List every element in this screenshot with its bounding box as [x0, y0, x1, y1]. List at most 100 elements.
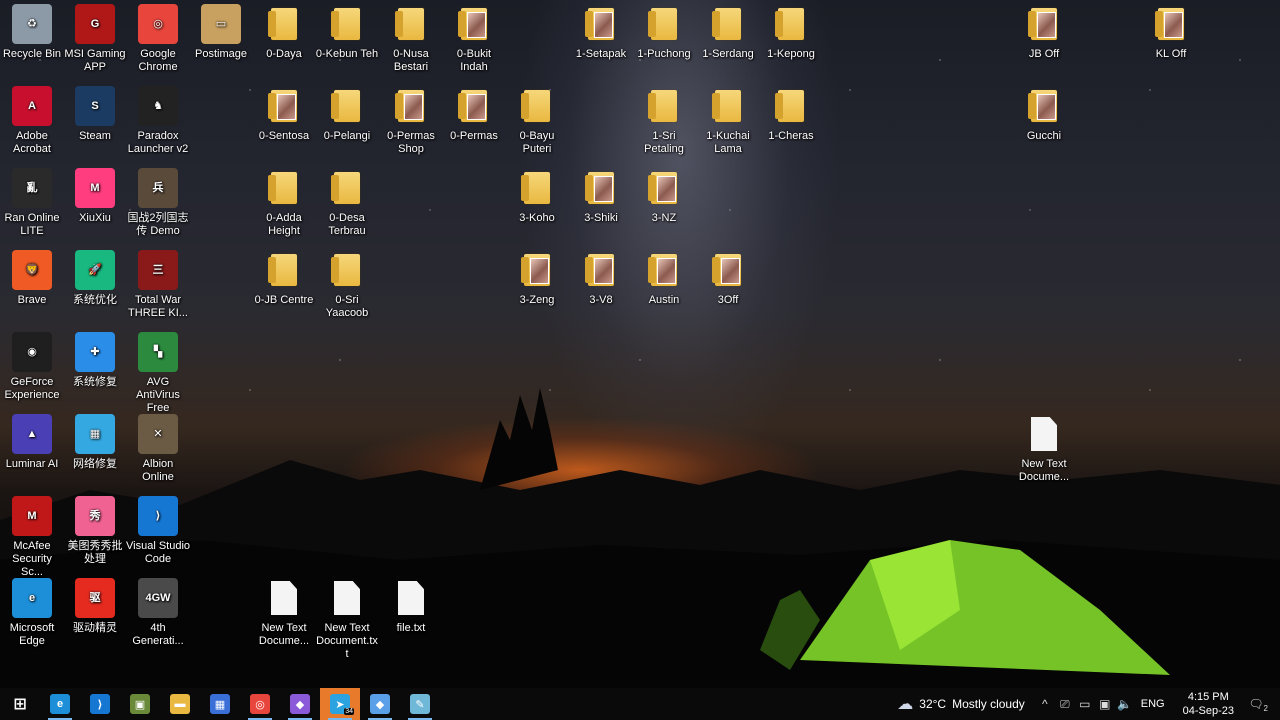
desktop-shortcut[interactable]: ✕ Albion Online	[126, 414, 190, 484]
desktop-shortcut[interactable]: 兵国战2列国志传 Demo	[126, 168, 190, 238]
desktop-shortcut[interactable]: ◎ Google Chrome	[126, 4, 190, 74]
desktop-folder[interactable]: KL Off	[1139, 4, 1203, 61]
folder-icon	[771, 4, 811, 44]
taskbar-app-gem-button[interactable]: ◆	[280, 688, 320, 720]
taskbar-edge-button[interactable]: e	[40, 688, 80, 720]
desktop-folder[interactable]: 0-Kebun Teh	[315, 4, 379, 61]
taskbar-start-button[interactable]: ⊞	[0, 688, 40, 720]
notification-center-button[interactable]: 🗨 2	[1246, 697, 1268, 713]
desktop-folder[interactable]: Gucchi	[1012, 86, 1076, 143]
desktop-shortcut[interactable]: ▲ Luminar AI	[0, 414, 64, 471]
desktop-folder[interactable]: 1-Kuchai Lama	[696, 86, 760, 156]
desktop-folder[interactable]: 1-Kepong	[759, 4, 823, 61]
edge-icon: e	[12, 578, 52, 618]
desktop-shortcut[interactable]: 亂 Ran Online LITE	[0, 168, 64, 238]
taskbar-store-button[interactable]: ▦	[200, 688, 240, 720]
usb-icon[interactable]: ⎚	[1055, 697, 1075, 712]
desktop-folder[interactable]: 3-NZ	[632, 168, 696, 225]
desktop-folder[interactable]: 0-Bayu Puteri	[505, 86, 569, 156]
taskbar-minecraft-button[interactable]: ▣	[120, 688, 160, 720]
driver-genius-icon: 驱	[75, 578, 115, 618]
desktop-shortcut[interactable]: 三 Total War THREE KI...	[126, 250, 190, 320]
clock[interactable]: 4:15 PM 04-Sep-23	[1171, 690, 1246, 718]
desktop-shortcut[interactable]: ♞ Paradox Launcher v2	[126, 86, 190, 156]
desktop-folder[interactable]: 3-Shiki	[569, 168, 633, 225]
desktop-shortcut[interactable]: ♻ Recycle Bin	[0, 4, 64, 61]
language-indicator[interactable]: ENG	[1135, 698, 1171, 710]
folder-icon	[708, 250, 748, 290]
taskbar-chrome-button[interactable]: ◎	[240, 688, 280, 720]
taskbar-notepad-button[interactable]: ✎	[400, 688, 440, 720]
desktop-shortcut[interactable]: 🦁 Brave	[0, 250, 64, 307]
icon-label: 系统优化	[73, 294, 117, 306]
desktop-folder[interactable]: 3-Zeng	[505, 250, 569, 307]
text-file-icon	[327, 578, 367, 618]
folder-icon	[1024, 4, 1064, 44]
folder-icon	[517, 168, 557, 208]
icon-label: file.txt	[396, 622, 426, 634]
desktop-folder[interactable]: 0-Adda Height	[252, 168, 316, 238]
desktop-folder[interactable]: 0-Permas	[442, 86, 506, 143]
desktop-folder[interactable]: 0-Pelangi	[315, 86, 379, 143]
taskbar-vscode-button[interactable]: ⟩	[80, 688, 120, 720]
desktop-shortcut[interactable]: A Adobe Acrobat	[0, 86, 64, 156]
desktop-folder[interactable]: 1-Cheras	[759, 86, 823, 143]
desktop-folder[interactable]: 0-Permas Shop	[379, 86, 443, 156]
desktop-shortcut[interactable]: 4GW 4th Generati...	[126, 578, 190, 648]
icon-label: 0-Sentosa	[258, 130, 310, 142]
desktop-shortcut[interactable]: e Microsoft Edge	[0, 578, 64, 648]
desktop-shortcut[interactable]: G MSI Gaming APP	[63, 4, 127, 74]
icon-label: 网络修复	[73, 458, 117, 470]
desktop-shortcut[interactable]: ▭ Postimage	[189, 4, 253, 61]
chrome-icon: ◎	[250, 694, 270, 714]
desktop[interactable]: ♻ Recycle Bin A Adobe Acrobat 亂 Ran Online LI…	[0, 0, 1280, 688]
text-file-icon	[391, 578, 431, 618]
desktop-folder[interactable]: JB Off	[1012, 4, 1076, 61]
desktop-shortcut[interactable]: M XiuXiu	[63, 168, 127, 225]
desktop-folder[interactable]: 0-Bukit Indah	[442, 4, 506, 74]
desktop-file[interactable]: New Text Document.txt	[315, 578, 379, 661]
desktop-folder[interactable]: 0-Sentosa	[252, 86, 316, 143]
desktop-folder[interactable]: 0-Sri Yaacoob	[315, 250, 379, 320]
desktop-folder[interactable]: 3-Koho	[505, 168, 569, 225]
desktop-file[interactable]: New Text Docume...	[252, 578, 316, 648]
battery-icon[interactable]: ▭	[1075, 697, 1095, 711]
desktop-folder[interactable]: 3Off	[696, 250, 760, 307]
desktop-folder[interactable]: Austin	[632, 250, 696, 307]
desktop-folder[interactable]: 3-V8	[569, 250, 633, 307]
folder-icon	[581, 168, 621, 208]
icon-label: 0-Adda Height	[266, 212, 302, 237]
desktop-shortcut[interactable]: 秀美图秀秀批处理	[63, 496, 127, 566]
desktop-folder[interactable]: 0-Nusa Bestari	[379, 4, 443, 74]
desktop-shortcut[interactable]: ◉ GeForce Experience	[0, 332, 64, 402]
desktop-shortcut[interactable]: M McAfee Security Sc...	[0, 496, 64, 579]
show-hidden-icons-chevron[interactable]: ^	[1035, 697, 1055, 711]
desktop-folder[interactable]: 0-Daya	[252, 4, 316, 61]
desktop-shortcut[interactable]: S Steam	[63, 86, 127, 143]
desktop-folder[interactable]: 1-Puchong	[632, 4, 696, 61]
desktop-shortcut[interactable]: 驱驱动精灵	[63, 578, 127, 635]
desktop-folder[interactable]: 1-Sri Petaling	[632, 86, 696, 156]
desktop-folder[interactable]: 1-Serdang	[696, 4, 760, 61]
desktop-file[interactable]: New Text Docume...	[1012, 414, 1076, 484]
desktop-shortcut[interactable]: ▚ AVG AntiVirus Free	[126, 332, 190, 415]
taskbar-telegram-button[interactable]: ➤ 34	[320, 688, 360, 720]
folder-icon: ▬	[170, 694, 190, 714]
store-icon: ▦	[210, 694, 230, 714]
taskbar-file-explorer-button[interactable]: ▬	[160, 688, 200, 720]
folder-icon	[708, 4, 748, 44]
desktop-shortcut[interactable]: ✚ 系统修复	[63, 332, 127, 389]
desktop-shortcut[interactable]: ⟩ Visual Studio Code	[126, 496, 190, 566]
network-icon[interactable]: ▣	[1095, 697, 1115, 711]
volume-icon[interactable]: 🔈	[1115, 697, 1135, 711]
clock-date: 04-Sep-23	[1182, 705, 1234, 717]
desktop-shortcut[interactable]: 🚀 系统优化	[63, 250, 127, 307]
taskbar-app-gem-2-button[interactable]: ◆	[360, 688, 400, 720]
weather-widget[interactable]: ☁ 32°C Mostly cloudy	[887, 694, 1035, 714]
desktop-folder[interactable]: 0-JB Centre	[252, 250, 316, 307]
icon-label: 0-Permas	[450, 130, 498, 142]
desktop-folder[interactable]: 1-Setapak	[569, 4, 633, 61]
desktop-shortcut[interactable]: ▦ 网络修复	[63, 414, 127, 471]
desktop-file[interactable]: file.txt	[379, 578, 443, 635]
desktop-folder[interactable]: 0-Desa Terbrau	[315, 168, 379, 238]
